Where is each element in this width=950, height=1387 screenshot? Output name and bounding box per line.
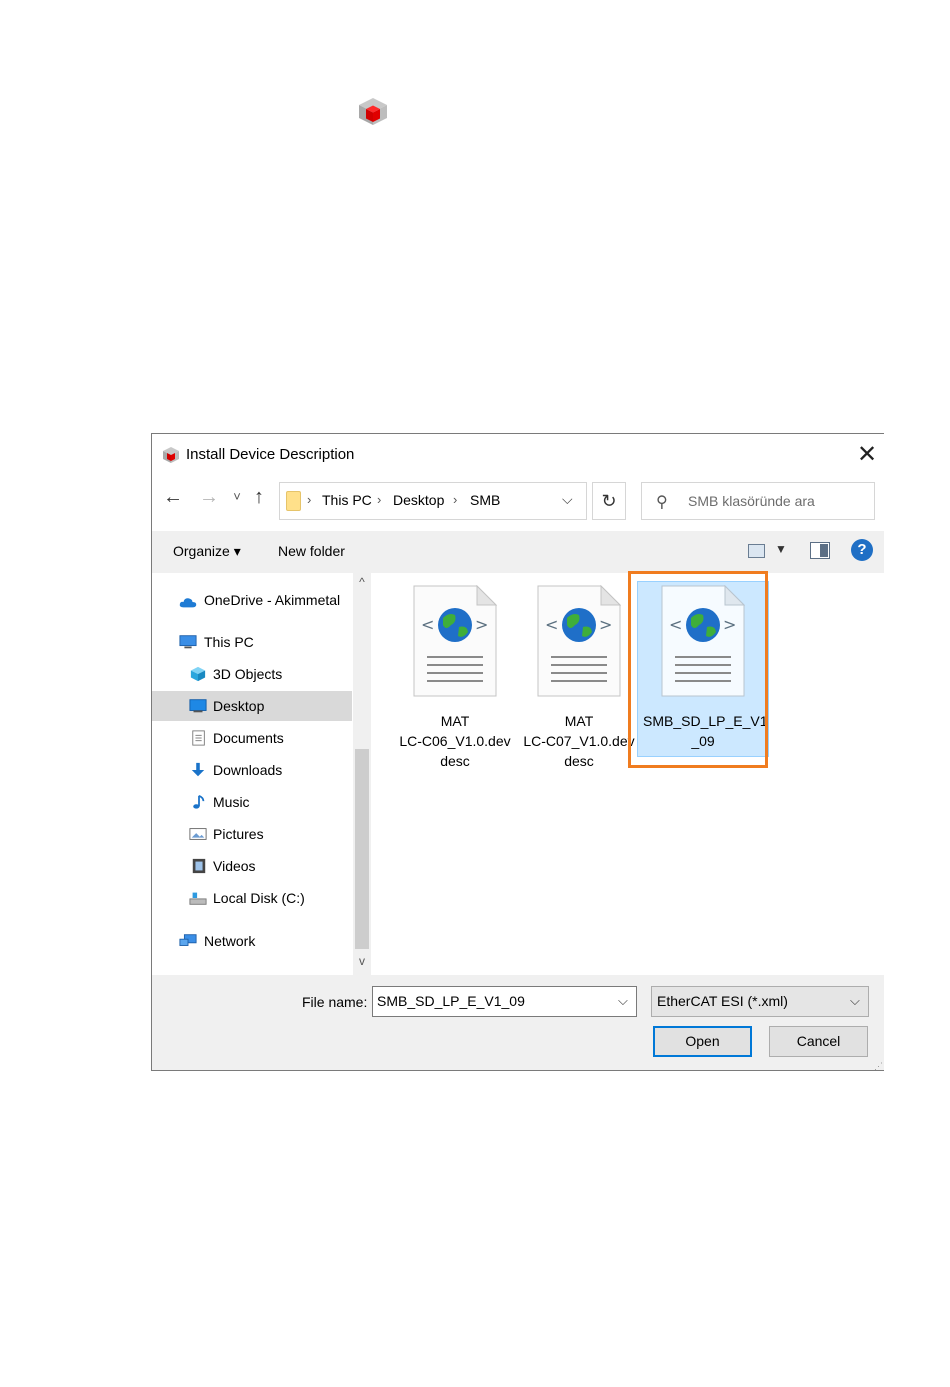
close-button[interactable]: ✕ (852, 441, 882, 471)
file-name-label: MAT LC-C06_V1.0.dev desc (399, 713, 511, 769)
organize-button[interactable]: Organize ▾ (173, 543, 241, 560)
navigation-pane: OneDrive - Akimmetal This PC 3D Objects … (152, 573, 352, 975)
download-icon (191, 762, 205, 777)
sidebar-item-network[interactable]: Network (152, 926, 352, 956)
scroll-up-icon[interactable]: ^ (353, 575, 371, 589)
svg-text:>: > (599, 615, 612, 634)
disk-icon (189, 892, 207, 905)
sidebar-item-3d-objects[interactable]: 3D Objects (152, 659, 352, 689)
computer-icon (179, 635, 197, 649)
file-type-value: EtherCAT ESI (*.xml) (657, 993, 788, 1009)
app-cube-icon (163, 447, 179, 463)
cancel-button[interactable]: Cancel (769, 1026, 868, 1057)
sidebar-item-this-pc[interactable]: This PC (152, 627, 352, 657)
file-name-label: File name: (302, 994, 368, 1010)
scrollbar-thumb[interactable] (355, 749, 369, 949)
forward-arrow-icon[interactable]: → (196, 482, 222, 512)
file-type-dropdown-icon[interactable]: ⌵ (850, 993, 860, 1009)
highlight-annotation-box (628, 571, 768, 768)
file-name-dropdown-icon[interactable]: ⌵ (618, 993, 628, 1009)
dialog-title: Install Device Description (186, 446, 355, 463)
file-name-value: SMB_SD_LP_E_V1_09 (377, 993, 525, 1009)
breadcrumb-smb[interactable]: SMB (470, 492, 500, 508)
file-name-label: MAT LC-C07_V1.0.dev desc (523, 713, 635, 769)
xml-globe-file-icon: < > (537, 585, 621, 697)
sidebar-item-onedrive[interactable]: OneDrive - Akimmetal (152, 585, 352, 615)
sidebar-item-pictures[interactable]: Pictures (152, 819, 352, 849)
sidebar-item-downloads[interactable]: Downloads (152, 755, 352, 785)
svg-text:<: < (421, 615, 434, 634)
view-options-dropdown-icon[interactable]: ▼ (775, 542, 787, 556)
svg-text:>: > (475, 615, 488, 634)
back-arrow-icon[interactable]: ← (160, 482, 186, 512)
pictures-icon (189, 828, 207, 840)
sidebar-item-music[interactable]: Music (152, 787, 352, 817)
install-device-description-dialog: Install Device Description ✕ ← → ˅ ↑ › T… (151, 433, 884, 1071)
search-icon: ⚲ (656, 494, 668, 511)
search-input[interactable]: ⚲ SMB klasöründe ara (641, 482, 875, 520)
title-bar: Install Device Description ✕ (152, 434, 884, 476)
svg-text:<: < (545, 615, 558, 634)
help-icon[interactable]: ? (851, 539, 873, 561)
sidebar-item-documents[interactable]: Documents (152, 723, 352, 753)
cube-icon (190, 666, 206, 682)
open-button[interactable]: Open (653, 1026, 752, 1057)
address-dropdown-icon[interactable]: ⌵ (562, 491, 573, 508)
breadcrumb-separator: › (377, 492, 382, 507)
network-icon (179, 934, 197, 946)
up-arrow-icon[interactable]: ↑ (246, 482, 272, 512)
breadcrumb-desktop[interactable]: Desktop (393, 492, 444, 508)
refresh-button[interactable]: ↻ (592, 482, 626, 520)
documents-icon (192, 730, 205, 746)
sidebar-item-local-disk[interactable]: Local Disk (C:) (152, 883, 352, 913)
breadcrumb-separator: › (453, 492, 458, 507)
change-view-icon[interactable] (748, 544, 765, 558)
sidebar-item-desktop[interactable]: Desktop (152, 691, 352, 721)
breadcrumb-this-pc[interactable]: This PC (322, 492, 372, 508)
search-placeholder: SMB klasöründe ara (688, 493, 815, 509)
address-bar[interactable]: › This PC › Desktop › SMB ⌵ (279, 482, 587, 520)
breadcrumb-separator: › (307, 492, 312, 507)
preview-pane-icon[interactable] (810, 542, 830, 559)
scroll-down-icon[interactable]: v (353, 954, 371, 968)
videos-icon (192, 858, 206, 874)
resize-grip-icon[interactable]: ⋰ (874, 1061, 883, 1070)
file-name-input[interactable]: SMB_SD_LP_E_V1_09 ⌵ (372, 986, 637, 1017)
desktop-icon (189, 699, 207, 713)
cloud-icon (179, 598, 197, 608)
xml-globe-file-icon: < > (413, 585, 497, 697)
file-type-select[interactable]: EtherCAT ESI (*.xml) ⌵ (651, 986, 869, 1017)
codesys-cube-logo-icon (359, 98, 387, 125)
folder-icon (286, 491, 301, 511)
new-folder-button[interactable]: New folder (278, 543, 345, 559)
command-bar: Organize ▾ New folder ▼ ? (152, 531, 884, 573)
dialog-footer: File name: SMB_SD_LP_E_V1_09 ⌵ EtherCAT … (152, 975, 884, 1070)
sidebar-item-videos[interactable]: Videos (152, 851, 352, 881)
music-icon (193, 794, 205, 809)
